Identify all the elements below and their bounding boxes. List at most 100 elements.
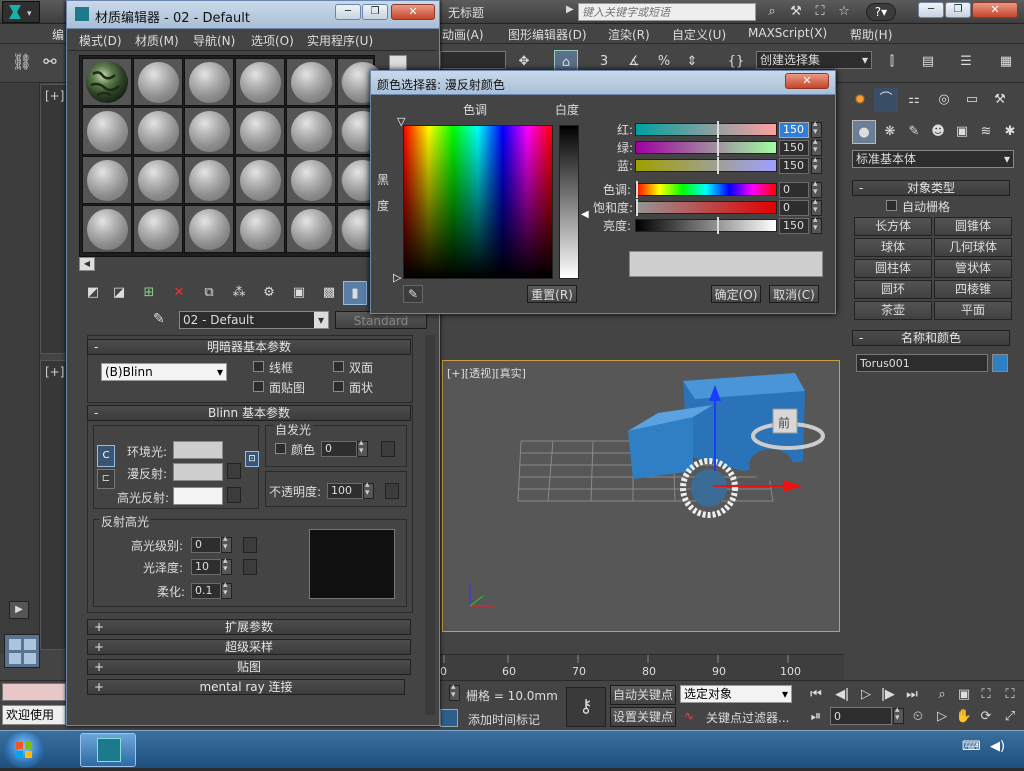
binoculars-icon[interactable]: ⌕ bbox=[760, 0, 784, 24]
cameras-icon[interactable]: ☻ bbox=[926, 120, 950, 144]
sample-slot[interactable] bbox=[286, 58, 336, 106]
menu-edit[interactable]: 编 bbox=[52, 26, 64, 43]
search-input[interactable] bbox=[578, 3, 756, 21]
lights-icon[interactable]: ✎ bbox=[902, 120, 926, 144]
put-library-icon[interactable]: ⚙ bbox=[257, 281, 281, 305]
sample-slot[interactable] bbox=[82, 205, 132, 253]
mat-minimize-button[interactable]: ─ bbox=[335, 4, 361, 20]
face-map-checkbox[interactable] bbox=[253, 381, 264, 392]
sample-slot[interactable] bbox=[286, 156, 336, 204]
sample-slot[interactable] bbox=[337, 205, 383, 253]
whiteness-bar[interactable] bbox=[559, 125, 579, 279]
cylinder-button[interactable]: 圆柱体 bbox=[854, 259, 932, 278]
material-id-icon[interactable]: ▣ bbox=[287, 281, 311, 305]
autogrid-checkbox[interactable] bbox=[886, 200, 897, 211]
spin[interactable] bbox=[811, 197, 822, 216]
search-arrow-icon[interactable]: ▶ bbox=[566, 4, 574, 15]
red-input[interactable]: 150 bbox=[779, 122, 809, 138]
taskbar-max-button[interactable] bbox=[80, 733, 136, 767]
sample-slot[interactable] bbox=[133, 58, 183, 106]
slider-thumb[interactable] bbox=[636, 181, 638, 198]
slider-thumb[interactable] bbox=[717, 121, 719, 138]
viewport-top-label[interactable]: [+] bbox=[45, 89, 64, 103]
spec-level-map-button[interactable] bbox=[243, 537, 257, 553]
sample-slot[interactable] bbox=[235, 205, 285, 253]
slider-thumb[interactable] bbox=[636, 199, 638, 216]
box-button[interactable]: 长方体 bbox=[854, 217, 932, 236]
sample-slot[interactable] bbox=[337, 58, 383, 106]
lock-icon[interactable]: ⊡ bbox=[245, 451, 259, 467]
start-button[interactable] bbox=[4, 732, 44, 768]
diffuse-swatch[interactable] bbox=[173, 463, 223, 481]
sample-slot[interactable] bbox=[337, 156, 383, 204]
wireframe-checkbox[interactable] bbox=[253, 361, 264, 372]
slider-thumb[interactable] bbox=[717, 139, 719, 156]
selection-set-dropdown[interactable]: 创建选择集 ▾ bbox=[756, 51, 872, 69]
pan-view-icon[interactable]: ✋ bbox=[952, 705, 976, 729]
slider-thumb[interactable] bbox=[717, 157, 719, 174]
glossiness-map-button[interactable] bbox=[243, 559, 257, 575]
reset-material-icon[interactable]: ✕ bbox=[167, 281, 191, 305]
lock-diffuse-specular-button[interactable]: ⊏ bbox=[97, 469, 115, 489]
show-end-result-icon[interactable]: ▮ bbox=[343, 281, 367, 305]
red-slider[interactable] bbox=[635, 123, 777, 136]
orbit-icon[interactable]: ⟳ bbox=[974, 705, 998, 729]
communication-icon[interactable]: ⛶ bbox=[808, 0, 832, 24]
eyedropper-icon[interactable]: ✎ bbox=[153, 311, 165, 327]
specular-swatch[interactable] bbox=[173, 487, 223, 505]
blackness-marker-icon[interactable]: ▷ bbox=[393, 271, 401, 284]
object-color-swatch[interactable] bbox=[992, 354, 1008, 372]
shader-type-dropdown[interactable]: (B)Blinn ▾ bbox=[101, 363, 227, 381]
mat-menu-utilities[interactable]: 实用程序(U) bbox=[307, 32, 373, 49]
sample-slot[interactable] bbox=[82, 156, 132, 204]
two-sided-checkbox[interactable] bbox=[333, 361, 344, 372]
next-frame-icon[interactable]: ǀ▶ bbox=[876, 683, 900, 707]
menu-animation[interactable]: 动画(A) bbox=[442, 26, 484, 43]
reset-button[interactable]: 重置(R) bbox=[527, 285, 577, 303]
sample-slot[interactable] bbox=[235, 156, 285, 204]
get-material-icon[interactable]: ◩ bbox=[81, 281, 105, 305]
play-animation-icon[interactable]: ▷ bbox=[854, 683, 878, 707]
spin[interactable] bbox=[811, 155, 822, 174]
time-tag-icon[interactable] bbox=[440, 709, 458, 727]
mental-ray-rollout[interactable]: + mental ray 连接 bbox=[87, 679, 405, 695]
hue-blackness-field[interactable] bbox=[403, 125, 553, 279]
hue-input[interactable]: 0 bbox=[779, 182, 809, 198]
mat-restore-button[interactable]: ❐ bbox=[362, 4, 388, 20]
specular-map-button[interactable] bbox=[227, 487, 241, 503]
sample-slot[interactable] bbox=[184, 205, 234, 253]
extended-params-rollout[interactable]: + 扩展参数 bbox=[87, 619, 411, 635]
minimize-button[interactable]: ─ bbox=[918, 2, 944, 18]
sample-slot[interactable] bbox=[82, 107, 132, 155]
sample-slot[interactable] bbox=[133, 156, 183, 204]
sample-slot[interactable] bbox=[133, 107, 183, 155]
viewport-left-label[interactable]: [+] bbox=[45, 365, 64, 379]
mat-menu-navigation[interactable]: 导航(N) bbox=[193, 32, 235, 49]
spin[interactable] bbox=[221, 556, 232, 575]
keyboard-icon[interactable]: ⌨ bbox=[962, 739, 981, 754]
mat-vscroll[interactable] bbox=[425, 335, 435, 715]
value-input[interactable]: 150 bbox=[779, 218, 809, 234]
unlink-icon[interactable]: ⚯ bbox=[38, 50, 62, 74]
key-filter-icon[interactable]: ∿ bbox=[684, 709, 694, 723]
sample-slot[interactable] bbox=[184, 156, 234, 204]
green-input[interactable]: 150 bbox=[779, 140, 809, 156]
mirror-icon[interactable]: ⫿ bbox=[880, 50, 904, 74]
ambient-swatch[interactable] bbox=[173, 441, 223, 459]
material-name-dropdown[interactable]: 02 - Default ▾ bbox=[179, 311, 329, 329]
spin[interactable] bbox=[357, 438, 368, 457]
key-mode-icon[interactable]: ⚷ bbox=[566, 687, 606, 727]
sample-slot[interactable] bbox=[235, 107, 285, 155]
supersampling-rollout[interactable]: + 超级采样 bbox=[87, 639, 411, 655]
sample-slot[interactable] bbox=[337, 107, 383, 155]
glossiness-input[interactable]: 10 bbox=[191, 559, 221, 575]
blue-slider[interactable] bbox=[635, 159, 777, 172]
timeline-ruler[interactable]: 0 60 70 80 90 100 bbox=[440, 654, 844, 680]
sample-slot[interactable] bbox=[286, 107, 336, 155]
create-tab-icon[interactable]: ✹ bbox=[848, 88, 872, 112]
blinn-rollout-header[interactable]: - Blinn 基本参数 bbox=[87, 405, 411, 421]
saturation-slider[interactable] bbox=[635, 201, 777, 214]
zoom-all-icon[interactable]: ▣ bbox=[952, 683, 976, 707]
systems-icon[interactable]: ✱ bbox=[998, 120, 1022, 144]
show-map-icon[interactable]: ▩ bbox=[317, 281, 341, 305]
